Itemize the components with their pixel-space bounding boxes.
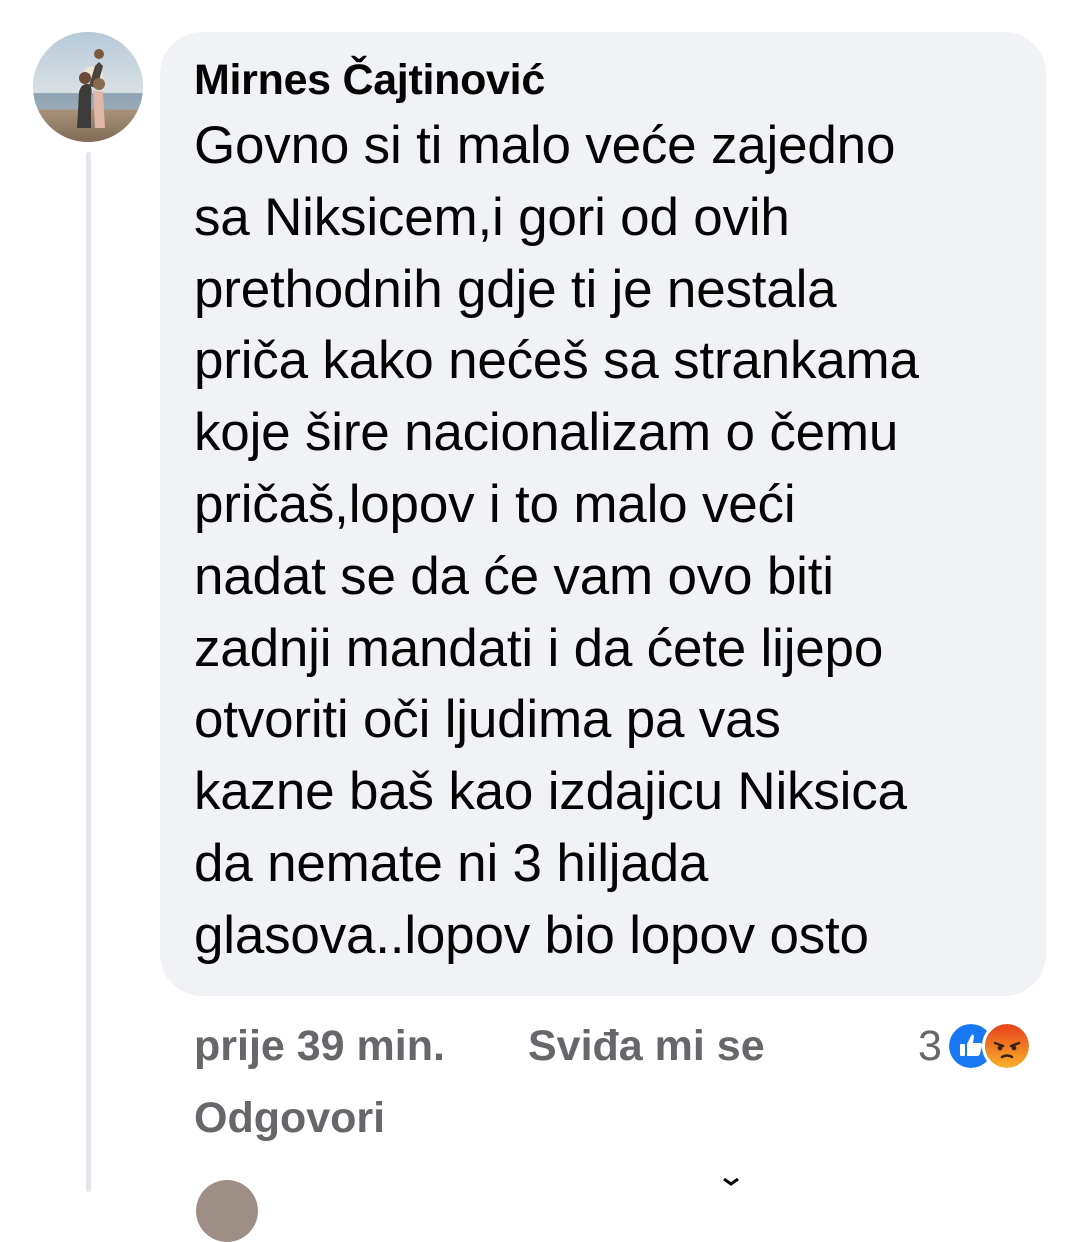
next-comment-avatar[interactable] [196,1180,258,1242]
reaction-count: 3 [918,1022,942,1070]
angry-icon [981,1021,1032,1071]
comment-timestamp[interactable]: prije 39 min. [194,1016,445,1076]
avatar-photo [33,32,143,142]
next-comment-caron-glyph [723,1178,739,1186]
like-button[interactable]: Sviđa mi se [528,1016,765,1076]
comment-bubble: Mirnes Čajtinović Govno si ti malo veće … [160,32,1046,996]
comment-author[interactable]: Mirnes Čajtinović [194,54,1016,106]
reactions-summary[interactable]: 3 [918,1016,1032,1076]
comment-text: Govno si ti malo veće zajedno sa Niksice… [194,116,919,965]
avatar[interactable] [33,32,143,142]
reply-button[interactable]: Odgovori [194,1088,385,1148]
thread-line [86,152,91,1192]
